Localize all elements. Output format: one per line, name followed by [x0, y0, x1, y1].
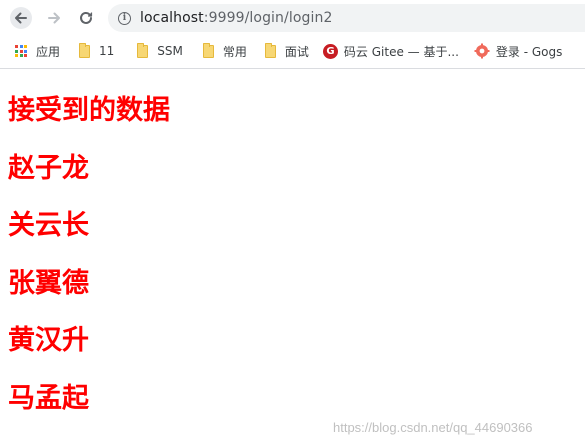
heading-name: 张翼德 [8, 267, 89, 299]
gitee-icon: G [322, 43, 338, 59]
bookmark-folder-interview[interactable]: 面试 [264, 36, 309, 66]
url-host: localhost [140, 10, 204, 26]
bookmark-folder-ssm[interactable]: SSM [137, 36, 183, 66]
back-arrow-icon [15, 12, 27, 24]
back-button[interactable] [10, 7, 32, 29]
bookmark-gitee[interactable]: G 码云 Gitee — 基于... [322, 36, 459, 66]
site-info-icon[interactable]: i [118, 11, 131, 25]
reload-icon [80, 11, 93, 24]
folder-icon [137, 42, 149, 58]
folder-icon [79, 42, 91, 58]
forward-button[interactable] [43, 7, 65, 29]
heading-received-data: 接受到的数据 [8, 95, 170, 126]
folder-icon [202, 42, 214, 58]
apps-grid-icon [15, 45, 27, 57]
gogs-icon [474, 43, 490, 59]
url-text[interactable]: localhost:9999/login/login2 [140, 10, 332, 26]
forward-arrow-icon [48, 12, 60, 24]
heading-name: 关云长 [8, 210, 89, 241]
bookmark-label: 常用 [222, 44, 247, 59]
bookmarks-bar: 应用 11 SSM 常用 面试 G 码云 Gitee — 基于... 登录 - … [0, 36, 585, 66]
browser-toolbar: i localhost:9999/login/login2 [0, 0, 585, 36]
reload-button[interactable] [75, 7, 97, 29]
bookmark-folder-common[interactable]: 常用 [202, 36, 247, 66]
bookmark-gogs[interactable]: 登录 - Gogs [474, 36, 562, 66]
bookmark-label: 应用 [36, 44, 61, 59]
bookmark-label: 码云 Gitee — 基于... [343, 44, 459, 59]
toolbar-divider [0, 68, 585, 69]
bookmark-folder-11[interactable]: 11 [79, 36, 114, 66]
bookmark-label: 11 [99, 44, 115, 58]
heading-name: 马孟起 [8, 382, 89, 414]
page-content: 接受到的数据 赵子龙 关云长 张翼德 黄汉升 马孟起 [8, 92, 170, 437]
heading-name: 黄汉升 [8, 325, 89, 356]
csdn-watermark: https://blog.csdn.net/qq_44690366 [333, 420, 533, 435]
bookmark-label: 登录 - Gogs [495, 44, 563, 59]
bookmark-apps[interactable]: 应用 [0, 36, 60, 66]
address-bar[interactable]: i localhost:9999/login/login2 [108, 4, 585, 32]
url-path: :9999/login/login2 [203, 10, 333, 26]
bookmark-label: SSM [157, 44, 183, 58]
bookmark-label: 面试 [284, 44, 309, 59]
heading-name: 赵子龙 [8, 152, 89, 184]
folder-icon [264, 42, 276, 58]
